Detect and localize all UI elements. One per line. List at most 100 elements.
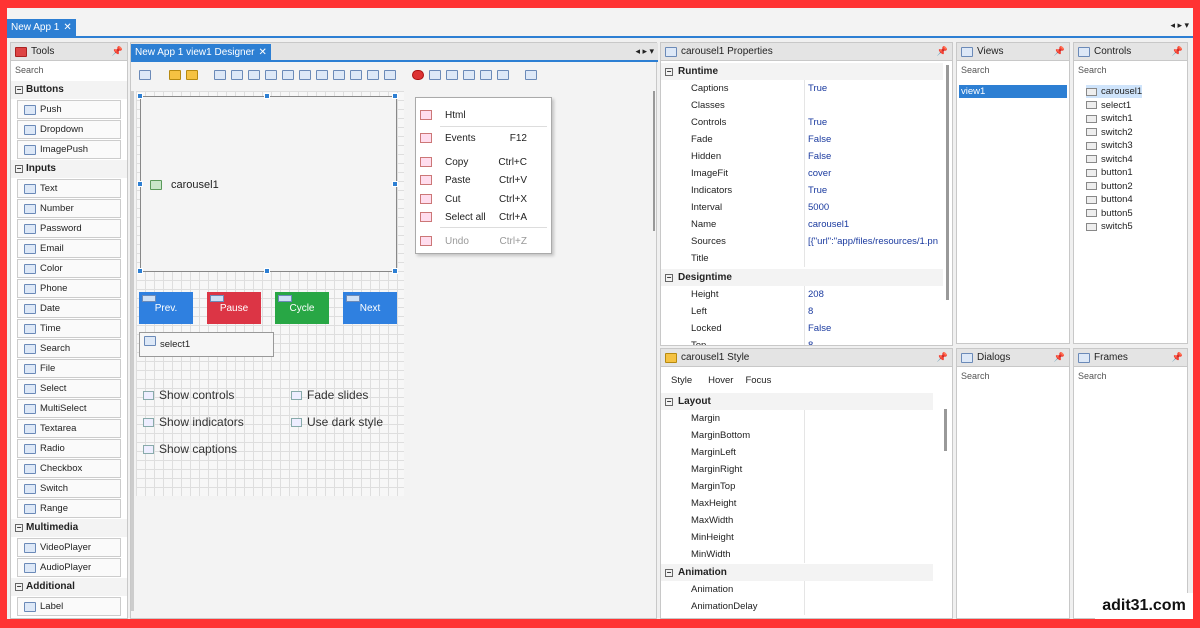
property-row[interactable]: Controls True [661,114,943,131]
menu-item-events[interactable]: Events F12 [416,129,551,147]
menu-item-copy[interactable]: Copy Ctrl+C [416,153,551,171]
property-value[interactable] [805,546,933,563]
tool-item-videoplayer[interactable]: VideoPlayer [17,538,121,557]
control-tree-item[interactable]: button4 [1086,193,1133,206]
tool-item-radio[interactable]: Radio [17,439,121,458]
close-icon[interactable]: ✕ [63,19,71,37]
property-row[interactable]: MinWidth [661,546,933,563]
checkbox-control[interactable]: Show controls [143,388,234,402]
tool-item-label[interactable]: Label [17,597,121,616]
undo-icon[interactable] [497,70,509,80]
control-tree-item[interactable]: carousel1 [1086,85,1143,98]
property-row[interactable]: MarginBottom [661,427,933,444]
property-row[interactable]: Left 8 [661,303,943,320]
control-tree-item[interactable]: switch5 [1086,220,1133,233]
tool-item-push[interactable]: Push [17,100,121,119]
property-section[interactable]: − Animation [661,564,933,581]
tool-item-color[interactable]: Color [17,259,121,278]
tool-item-file[interactable]: File [17,359,121,378]
cycle-button[interactable]: Cycle [275,292,329,324]
property-row[interactable]: AnimationDelay [661,598,933,615]
property-row[interactable]: Height 208 [661,286,943,303]
property-row[interactable]: Classes [661,97,943,114]
collapse-icon[interactable]: − [665,397,673,406]
delete-icon[interactable] [412,70,424,80]
property-value[interactable] [805,410,933,427]
property-value[interactable]: cover [805,165,943,182]
property-row[interactable]: ImageFit cover [661,165,943,182]
pin-icon[interactable]: 📌 [112,46,123,57]
tab-focus[interactable]: Focus [745,375,771,386]
property-section[interactable]: − Runtime [661,63,943,80]
collapse-icon[interactable]: − [665,273,673,282]
align-icon[interactable] [333,70,345,80]
property-value[interactable] [805,97,943,114]
property-value[interactable]: True [805,182,943,199]
carousel-control[interactable]: carousel1 [140,96,397,272]
frames-search-input[interactable]: Search [1074,369,1187,385]
property-row[interactable]: MaxHeight [661,495,933,512]
property-section[interactable]: − Layout [661,393,933,410]
property-value[interactable]: 208 [805,286,943,303]
tool-item-email[interactable]: Email [17,239,121,258]
align-icon[interactable] [231,70,243,80]
property-row[interactable]: Fade False [661,131,943,148]
align-icon[interactable] [265,70,277,80]
align-icon[interactable] [384,70,396,80]
dialogs-search-input[interactable]: Search [957,369,1069,385]
unlock-icon[interactable] [186,70,198,80]
align-icon[interactable] [248,70,260,80]
pin-icon[interactable]: 📌 [1172,352,1183,363]
property-value[interactable]: True [805,80,943,97]
tool-item-checkbox[interactable]: Checkbox [17,459,121,478]
lock-icon[interactable] [169,70,181,80]
tool-category[interactable]: − Inputs [11,160,127,178]
property-value[interactable] [805,250,943,267]
tool-item-range[interactable]: Range [17,499,121,518]
resize-handle[interactable] [137,268,143,274]
grid-icon[interactable] [525,70,537,80]
control-tree-item[interactable]: switch3 [1086,139,1133,152]
pin-icon[interactable]: 📌 [937,352,948,363]
resize-handle[interactable] [392,181,398,187]
tool-item-switch[interactable]: Switch [17,479,121,498]
property-value[interactable]: False [805,131,943,148]
tool-item-textarea[interactable]: Textarea [17,419,121,438]
scrollbar[interactable] [946,65,949,300]
property-row[interactable]: Margin [661,410,933,427]
property-row[interactable]: Locked False [661,320,943,337]
align-icon[interactable] [282,70,294,80]
pin-icon[interactable]: 📌 [937,46,948,57]
copy-icon[interactable] [429,70,441,80]
property-value[interactable] [805,512,933,529]
tool-category[interactable]: − Additional [11,578,127,596]
controls-search-input[interactable]: Search [1074,63,1187,79]
property-value[interactable] [805,478,933,495]
designer-tab[interactable]: New App 1 view1 Designer ✕ [131,44,271,61]
scrollbar[interactable] [653,91,655,231]
tool-item-phone[interactable]: Phone [17,279,121,298]
resize-handle[interactable] [264,268,270,274]
property-value[interactable] [805,598,933,615]
pin-icon[interactable]: 📌 [1054,352,1065,363]
property-value[interactable]: True [805,114,943,131]
checkbox-control[interactable]: Show captions [143,442,237,456]
tool-item-search[interactable]: Search [17,339,121,358]
collapse-icon[interactable]: − [15,583,23,591]
tool-category[interactable]: − Buttons [11,81,127,99]
resize-handle[interactable] [137,93,143,99]
property-value[interactable] [805,427,933,444]
property-value[interactable] [805,461,933,478]
tab-scroll-icon[interactable]: ◂ ▸ ▾ [1170,20,1189,31]
pin-icon[interactable]: 📌 [1172,46,1183,57]
tab-style[interactable]: Style [667,371,697,389]
control-tree-item[interactable]: button5 [1086,207,1133,220]
property-row[interactable]: Animation [661,581,933,598]
resize-handle[interactable] [264,93,270,99]
tab-hover[interactable]: Hover [708,375,733,386]
next-button[interactable]: Next [343,292,397,324]
collapse-icon[interactable]: − [665,568,673,577]
control-tree-item[interactable]: switch1 [1086,112,1133,125]
property-value[interactable] [805,495,933,512]
menu-item-cut[interactable]: Cut Ctrl+X [416,190,551,208]
